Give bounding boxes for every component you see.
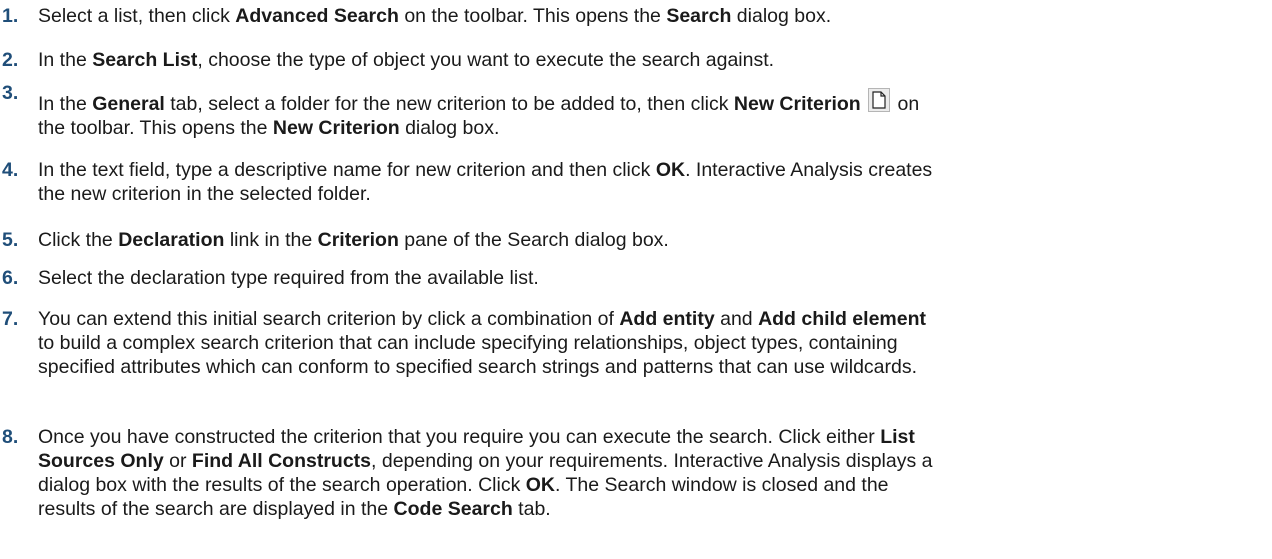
step-text-run: tab. — [512, 498, 551, 520]
step-text-run: Once you have constructed the criterion … — [38, 426, 881, 448]
step-text-run: Select a list, then click — [38, 5, 236, 27]
step-text: Click the Declaration link in the Criter… — [38, 228, 1263, 252]
step-text-run — [861, 93, 866, 115]
step-number: 2. — [2, 49, 19, 71]
step-text-run: pane of the Search dialog box. — [398, 229, 669, 251]
emphasized-term: Search List — [92, 49, 198, 71]
step-text-run: and — [714, 308, 759, 330]
step-text-run: In the — [38, 93, 93, 115]
step-text-run: specified attributes which can conform t… — [38, 356, 918, 378]
emphasized-term: Declaration — [118, 229, 225, 251]
step-text-run: the toolbar. This opens the — [38, 117, 273, 139]
step-text: In the text field, type a descriptive na… — [38, 158, 1263, 206]
step-text: In the Search List, choose the type of o… — [38, 48, 1263, 72]
step-text-run: on — [892, 93, 920, 115]
step-text-run: dialog box. — [731, 5, 832, 27]
emphasized-term: Add entity — [619, 308, 715, 330]
emphasized-term: OK — [655, 159, 686, 181]
step-text-run: You can extend this initial search crite… — [38, 308, 620, 330]
emphasized-term: OK — [525, 474, 556, 496]
emphasized-term: Advanced Search — [235, 5, 399, 27]
step-text-run: on the toolbar. This opens the — [398, 5, 667, 27]
emphasized-term: Criterion — [317, 229, 399, 251]
step-text-run: . Interactive Analysis creates — [685, 159, 933, 181]
step-number: 1. — [2, 5, 19, 27]
step-text: In the General tab, select a folder for … — [38, 88, 1263, 140]
emphasized-term: Search — [666, 5, 732, 27]
emphasized-term: Code Search — [393, 498, 513, 520]
step-text-run: , depending on your requirements. Intera… — [371, 450, 933, 472]
step-text-run: or — [163, 450, 192, 472]
step-text-run: to build a complex search criterion that… — [38, 332, 898, 354]
step-text-run: Click the — [38, 229, 119, 251]
step-text-run: In the text field, type a descriptive na… — [38, 159, 656, 181]
step-text: Select a list, then click Advanced Searc… — [38, 4, 1263, 28]
step-text-run: results of the search are displayed in t… — [38, 498, 394, 520]
step-text-run: Select the declaration type required fro… — [38, 267, 539, 289]
step-text: You can extend this initial search crite… — [38, 307, 1263, 379]
step-text-run: . The Search window is closed and the — [555, 474, 889, 496]
step-text: Select the declaration type required fro… — [38, 266, 1263, 290]
new-document-icon — [868, 88, 891, 112]
step-text-run: , choose the type of object you want to … — [197, 49, 775, 71]
emphasized-term: New Criterion — [733, 93, 861, 115]
step-number: 3. — [2, 82, 19, 104]
step-text-run: dialog box. — [399, 117, 500, 139]
step-text-run: the new criterion in the selected folder… — [38, 183, 371, 205]
step-number: 5. — [2, 229, 19, 251]
step-text: Once you have constructed the criterion … — [38, 425, 1263, 521]
step-number: 4. — [2, 159, 19, 181]
step-number: 6. — [2, 267, 19, 289]
step-text-run: dialog box with the results of the searc… — [38, 474, 526, 496]
step-text-run: In the — [38, 49, 93, 71]
emphasized-term: Sources Only — [38, 450, 164, 472]
emphasized-term: Add child element — [758, 308, 927, 330]
emphasized-term: List — [880, 426, 915, 448]
emphasized-term: Find All Constructs — [191, 450, 372, 472]
step-text-run: tab, select a folder for the new criteri… — [164, 93, 734, 115]
emphasized-term: General — [92, 93, 165, 115]
emphasized-term: New Criterion — [272, 117, 400, 139]
step-number: 7. — [2, 308, 19, 330]
step-text-run: link in the — [224, 229, 318, 251]
step-number: 8. — [2, 426, 19, 448]
